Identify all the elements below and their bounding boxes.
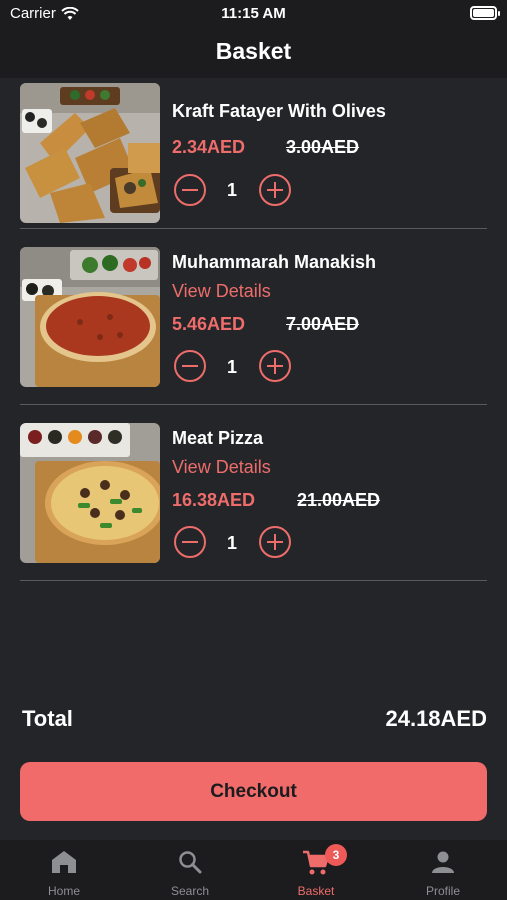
- quantity-value: 1: [226, 180, 237, 200]
- increase-quantity-button[interactable]: [259, 350, 291, 382]
- item-name: Meat Pizza: [172, 428, 264, 448]
- tab-label: Profile: [425, 884, 460, 898]
- minus-icon: [182, 540, 198, 543]
- tab-home[interactable]: Home: [1, 840, 127, 900]
- pizza-food-image: [20, 423, 160, 563]
- total-label: Total: [22, 706, 73, 731]
- item-name: Kraft Fatayer With Olives: [172, 101, 386, 121]
- item-price: 16.38AED: [172, 490, 256, 510]
- minus-icon: [182, 364, 198, 367]
- minus-icon: [182, 188, 198, 191]
- search-icon: [179, 851, 202, 874]
- clock: 11:15 AM: [221, 5, 286, 22]
- item-price: 2.34AED: [172, 137, 246, 157]
- status-bar: Carrier 11:15 AM: [0, 0, 507, 30]
- item-old-price: 3.00AED: [286, 137, 360, 157]
- item-old-price: 7.00AED: [286, 314, 360, 334]
- header: Basket: [0, 30, 507, 78]
- cart-count-badge: 3: [325, 844, 347, 866]
- tab-label: Home: [47, 884, 80, 898]
- tab-bar: Home Search 3 Basket Profile: [0, 840, 507, 900]
- decrease-quantity-button[interactable]: [174, 526, 206, 558]
- quantity-value: 1: [226, 357, 237, 377]
- decrease-quantity-button[interactable]: [174, 174, 206, 206]
- tab-basket[interactable]: 3 Basket: [253, 840, 379, 900]
- item-name: Muhammarah Manakish: [172, 252, 377, 272]
- page-title: Basket: [215, 38, 292, 64]
- battery-icon: [470, 6, 500, 20]
- view-details-link[interactable]: View Details: [172, 281, 271, 302]
- decrease-quantity-button[interactable]: [174, 350, 206, 382]
- item-old-price: 21.00AED: [297, 490, 381, 510]
- increase-quantity-button[interactable]: [259, 526, 291, 558]
- tab-label: Search: [170, 884, 210, 898]
- home-icon: [52, 851, 76, 873]
- checkout-button[interactable]: Checkout: [20, 762, 487, 821]
- basket-item: Kraft Fatayer With Olives 2.34AED 3.00AE…: [20, 78, 487, 229]
- basket-item: Meat Pizza View Details 16.38AED 21.00AE…: [20, 405, 487, 581]
- tab-search[interactable]: Search: [127, 840, 253, 900]
- quantity-value: 1: [226, 533, 237, 553]
- tab-label: Basket: [297, 884, 335, 898]
- checkout-label: Checkout: [210, 780, 297, 802]
- view-details-link[interactable]: View Details: [172, 457, 271, 478]
- manakish-food-image: [20, 247, 160, 387]
- tab-profile[interactable]: Profile: [380, 840, 506, 900]
- item-price: 5.46AED: [172, 314, 246, 334]
- increase-quantity-button[interactable]: [259, 174, 291, 206]
- basket-item: Muhammarah Manakish View Details 5.46AED…: [20, 229, 487, 405]
- fatayer-food-image: [20, 83, 160, 223]
- profile-icon: [432, 851, 454, 873]
- total-value: 24.18AED: [385, 706, 487, 731]
